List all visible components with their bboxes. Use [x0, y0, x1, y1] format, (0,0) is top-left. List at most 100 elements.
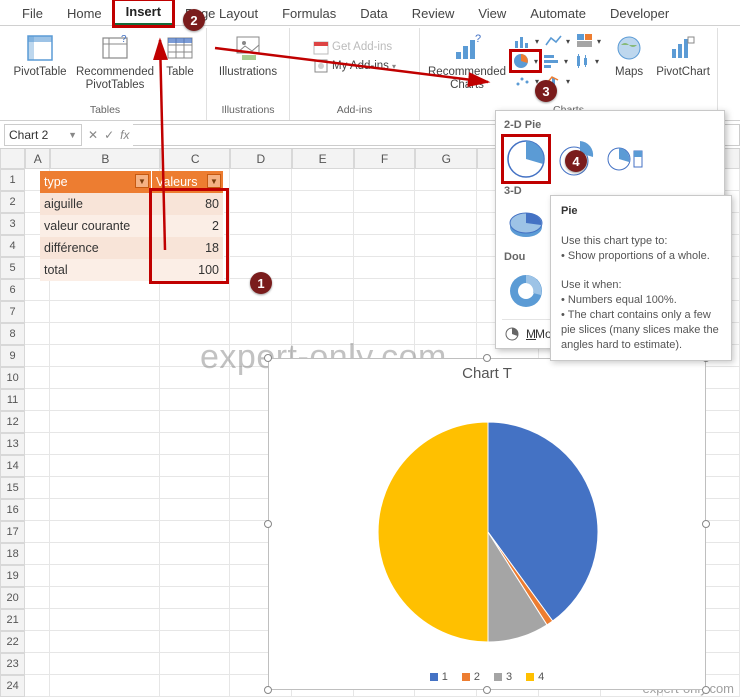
row-header[interactable]: 12: [0, 411, 25, 433]
recommended-charts-button[interactable]: ? Recommended Charts: [426, 30, 508, 93]
row-header[interactable]: 6: [0, 279, 25, 301]
col-header-g[interactable]: G: [415, 149, 477, 169]
recommended-charts-label: Recommended Charts: [428, 66, 506, 91]
col-header-e[interactable]: E: [292, 149, 354, 169]
pivottable-button[interactable]: PivotTable: [10, 30, 70, 81]
callout-badge-3: 3: [535, 80, 557, 102]
row-header[interactable]: 24: [0, 675, 25, 697]
section-2d-pie: 2-D Pie: [502, 117, 718, 135]
table-button[interactable]: Table: [160, 30, 200, 81]
row-header[interactable]: 5: [0, 257, 25, 279]
pie-tooltip: Pie Use this chart type to: • Show propo…: [550, 195, 732, 361]
filter-icon[interactable]: ▼: [135, 174, 149, 188]
resize-handle[interactable]: [702, 520, 710, 528]
row-header[interactable]: 15: [0, 477, 25, 499]
group-addins-label: Add-ins: [337, 102, 373, 118]
bar-chart-button[interactable]: ▾: [541, 52, 570, 70]
row-header[interactable]: 1: [0, 169, 25, 191]
pie-chart-button[interactable]: ▾: [512, 52, 539, 70]
pie-2d-option[interactable]: [504, 137, 548, 181]
name-box[interactable]: Chart 2 ▼: [4, 124, 82, 146]
col-header-d[interactable]: D: [230, 149, 292, 169]
recommended-pivottables-button[interactable]: ? Recommended PivotTables: [74, 30, 156, 93]
resize-handle[interactable]: [264, 686, 272, 694]
hierarchy-chart-button[interactable]: ▾: [574, 32, 603, 50]
pivotchart-label: PivotChart: [656, 66, 710, 79]
get-addins-button[interactable]: Get Add-ins: [311, 38, 398, 56]
tooltip-line: Numbers equal 100%.: [568, 294, 677, 306]
resize-handle[interactable]: [483, 686, 491, 694]
recommended-pivottables-icon: ?: [99, 32, 131, 64]
row-header[interactable]: 2: [0, 191, 25, 213]
filter-icon[interactable]: ▼: [207, 174, 221, 188]
tab-data[interactable]: Data: [348, 2, 399, 25]
callout-badge-1: 1: [250, 272, 272, 294]
tab-automate[interactable]: Automate: [518, 2, 598, 25]
cancel-icon[interactable]: ✕: [88, 128, 98, 142]
row-header[interactable]: 23: [0, 653, 25, 675]
confirm-icon[interactable]: ✓: [104, 128, 114, 142]
tab-formulas[interactable]: Formulas: [270, 2, 348, 25]
doughnut-option[interactable]: [504, 269, 548, 313]
group-tables: PivotTable ? Recommended PivotTables Tab…: [4, 28, 207, 120]
col-header-b[interactable]: B: [50, 149, 160, 169]
row-header[interactable]: 7: [0, 301, 25, 323]
pivotchart-button[interactable]: PivotChart: [655, 30, 711, 81]
tooltip-line: The chart contains only a few pie slices…: [561, 309, 719, 351]
column-chart-button[interactable]: ▾: [512, 32, 541, 50]
tab-developer[interactable]: Developer: [598, 2, 681, 25]
tooltip-line: Use this chart type to:: [561, 235, 667, 247]
col-header-a[interactable]: A: [25, 149, 50, 169]
table-icon: [164, 32, 196, 64]
select-all-corner[interactable]: [0, 149, 25, 169]
tab-view[interactable]: View: [466, 2, 518, 25]
row-header[interactable]: 16: [0, 499, 25, 521]
resize-handle[interactable]: [483, 354, 491, 362]
illustrations-icon: [232, 32, 264, 64]
row-header[interactable]: 21: [0, 609, 25, 631]
row-header[interactable]: 3: [0, 213, 25, 235]
col-header-f[interactable]: F: [354, 149, 416, 169]
row-header[interactable]: 20: [0, 587, 25, 609]
fx-icon[interactable]: fx: [120, 128, 129, 142]
statistic-chart-button[interactable]: ▾: [572, 52, 601, 70]
my-addins-label: My Add-ins: [332, 60, 389, 72]
row-header[interactable]: 11: [0, 389, 25, 411]
col-header-c[interactable]: C: [160, 149, 230, 169]
row-header[interactable]: 4: [0, 235, 25, 257]
illustrations-button[interactable]: Illustrations: [213, 30, 283, 81]
maps-button[interactable]: Maps: [607, 30, 651, 81]
my-addins-button[interactable]: My Add-ins ▾: [311, 57, 398, 75]
resize-handle[interactable]: [264, 354, 272, 362]
resize-handle[interactable]: [264, 520, 272, 528]
table-header-valeurs[interactable]: Valeurs▼: [152, 171, 224, 193]
group-tables-label: Tables: [90, 102, 120, 118]
maps-label: Maps: [615, 66, 643, 79]
row-header[interactable]: 19: [0, 565, 25, 587]
row-header[interactable]: 18: [0, 543, 25, 565]
tab-review[interactable]: Review: [400, 2, 467, 25]
data-table: type▼ Valeurs▼ aiguille80 valeur courant…: [40, 171, 224, 281]
row-header[interactable]: 22: [0, 631, 25, 653]
fx-controls: ✕ ✓ fx: [84, 128, 133, 142]
row-header[interactable]: 13: [0, 433, 25, 455]
chart-title[interactable]: Chart T: [269, 359, 705, 382]
chart-legend: 1 2 3 4: [269, 671, 705, 683]
resize-handle[interactable]: [702, 686, 710, 694]
row-header[interactable]: 9: [0, 345, 25, 367]
tab-home[interactable]: Home: [55, 2, 114, 25]
get-addins-label: Get Add-ins: [332, 41, 392, 53]
pie-of-pie-option[interactable]: [604, 137, 648, 181]
tab-insert[interactable]: Insert: [114, 0, 173, 26]
pie-3d-option[interactable]: [504, 203, 548, 247]
tab-file[interactable]: File: [10, 2, 55, 25]
row-header[interactable]: 10: [0, 367, 25, 389]
line-chart-button[interactable]: ▾: [543, 32, 572, 50]
pie-plot: [269, 382, 707, 662]
row-header[interactable]: 17: [0, 521, 25, 543]
row-header[interactable]: 14: [0, 455, 25, 477]
row-header[interactable]: 8: [0, 323, 25, 345]
tooltip-line: Use it when:: [561, 279, 622, 291]
embedded-chart[interactable]: Chart T 1 2 3 4: [268, 358, 706, 690]
table-header-type[interactable]: type▼: [40, 171, 152, 193]
